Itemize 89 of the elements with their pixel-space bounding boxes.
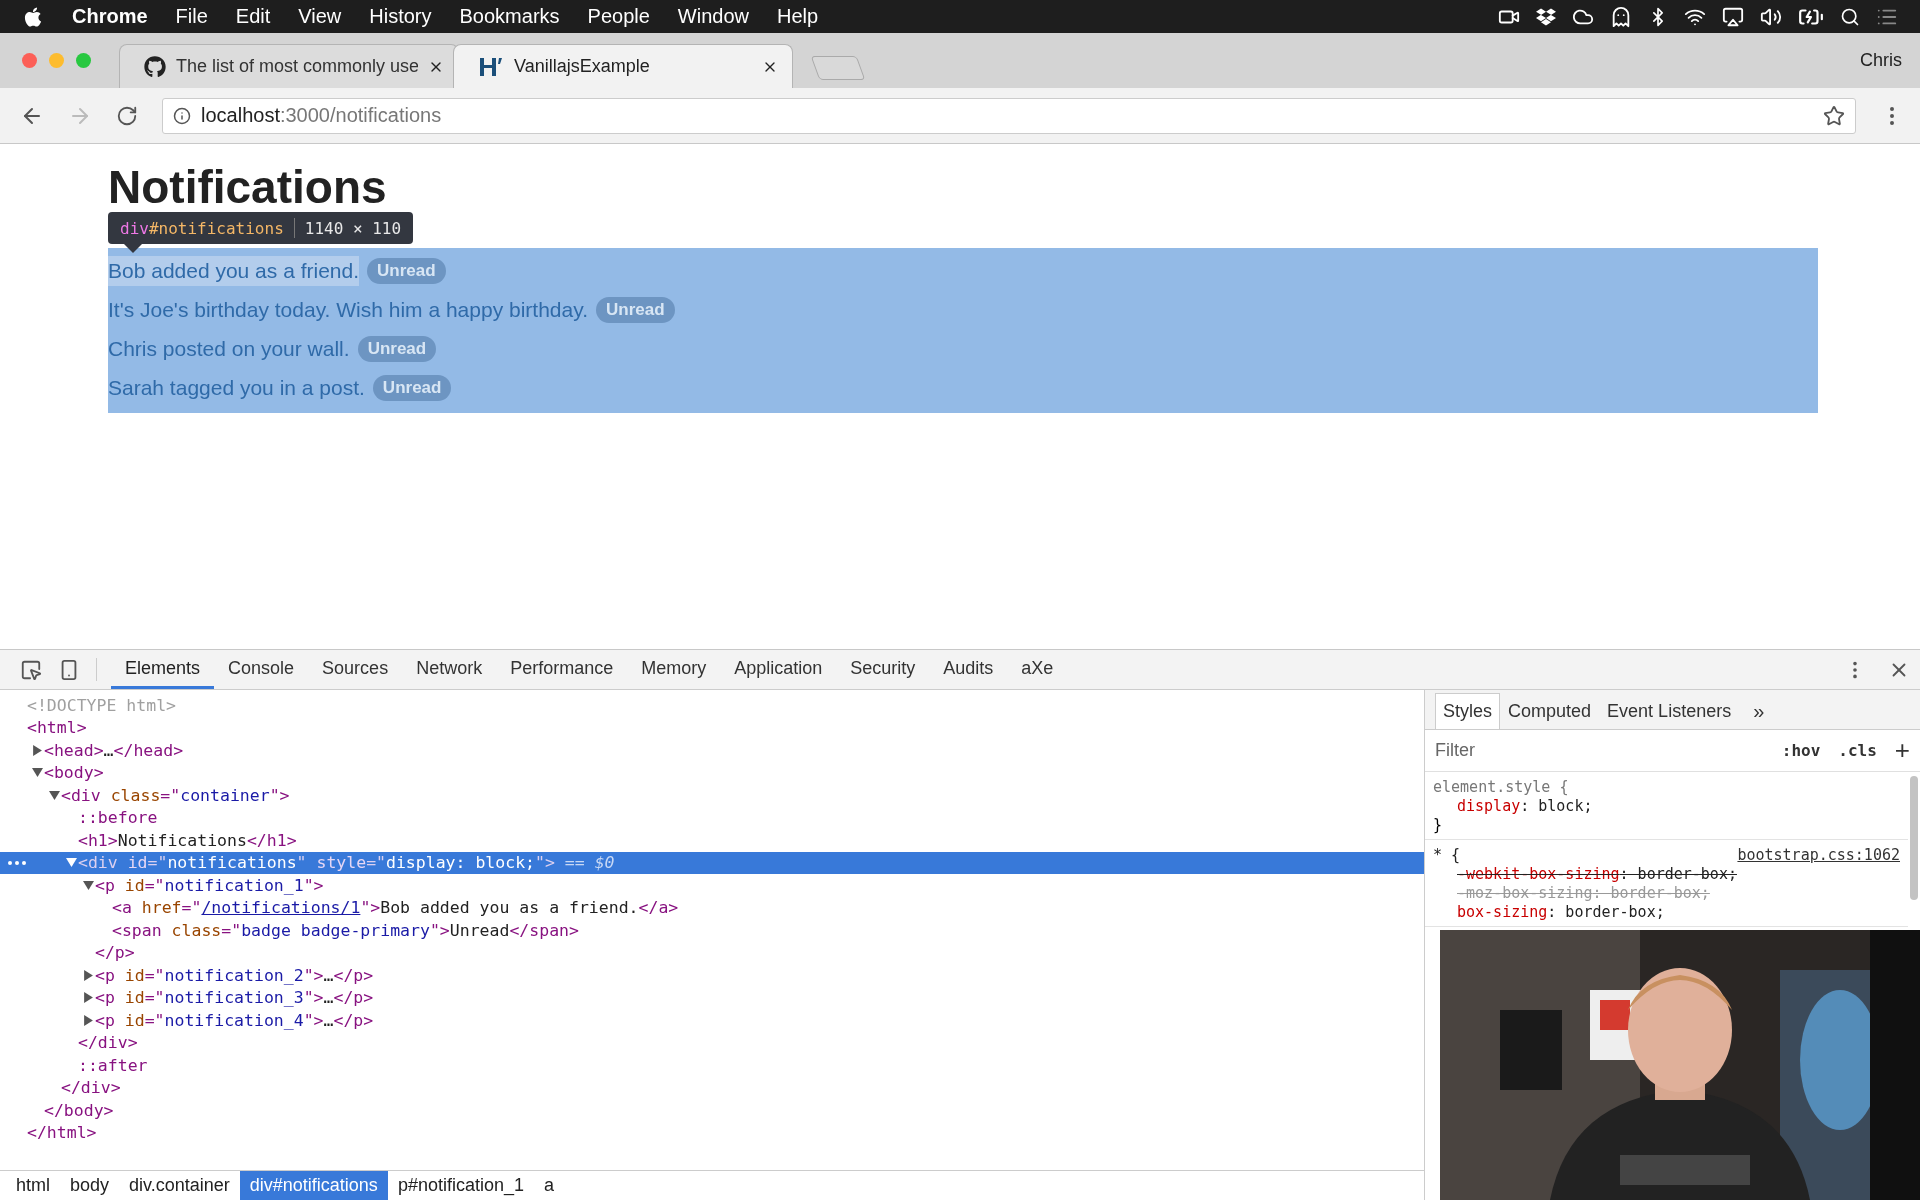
menu-item[interactable]: Edit (235, 5, 271, 28)
devtools-tab[interactable]: Memory (627, 650, 721, 689)
dom-node-line[interactable]: <p id="notification_2">…</p> (95, 965, 374, 985)
dom-node-line[interactable]: <div class="container"> (61, 785, 290, 805)
menu-item[interactable]: Help (776, 5, 819, 28)
info-icon[interactable] (173, 106, 191, 125)
breadcrumb[interactable]: p#notification_1 (387, 1171, 534, 1200)
search-icon[interactable] (1840, 6, 1860, 27)
breadcrumb[interactable]: body (60, 1171, 120, 1200)
inspect-icon[interactable] (20, 658, 42, 681)
menu-item[interactable]: History (369, 5, 432, 28)
sidebar-tab[interactable]: Computed (1500, 693, 1600, 729)
unread-badge: Unread (372, 374, 452, 401)
more-icon[interactable] (8, 860, 26, 865)
devtools-tab[interactable]: Elements (111, 650, 215, 689)
dom-node-line[interactable]: <p id="notification_1"> (95, 875, 324, 895)
closing-tag: </p> (95, 943, 135, 963)
closing-tag: </body> (44, 1100, 114, 1120)
dom-node-line[interactable]: <p id="notification_3">…</p> (95, 988, 374, 1008)
menu-item[interactable]: People (587, 5, 650, 28)
class-toggle[interactable]: .cls (1838, 741, 1877, 760)
app-menu[interactable]: Chrome (72, 5, 148, 28)
rule-brace: } (1433, 815, 1443, 834)
css-property: -moz-box-sizing: border-box; (1457, 883, 1710, 902)
expand-triangle-icon[interactable] (82, 1014, 94, 1026)
dom-node-line[interactable]: <h1>Notifications</h1> (78, 830, 297, 850)
expand-triangle-icon[interactable] (82, 879, 94, 891)
github-logo-icon (144, 55, 166, 78)
sidebar-tab[interactable]: Styles (1435, 693, 1501, 729)
expand-triangle-icon[interactable] (31, 744, 43, 756)
dom-node-line[interactable]: <p id="notification_4">…</p> (95, 1010, 374, 1030)
devtools-tab[interactable]: Application (720, 650, 837, 689)
css-property: box-sizing: border-box; (1457, 902, 1665, 921)
dom-node-line[interactable]: <span class="badge badge-primary">Unread</span> (112, 920, 579, 940)
site-logo-icon (478, 55, 504, 78)
devtools-tab[interactable]: Audits (929, 650, 1008, 689)
profile-name[interactable]: Chris (1860, 50, 1902, 71)
dom-node-line[interactable]: ::before (78, 808, 158, 828)
dom-node-line[interactable]: <html> (27, 718, 87, 738)
closing-tag: </div> (78, 1033, 138, 1053)
dom-node-line[interactable]: <a href="/notifications/1">Bob added you as a friend.</a> (112, 898, 679, 918)
menu-item[interactable]: Window (677, 5, 749, 28)
filter-field[interactable]: Filter (1433, 739, 1764, 762)
element-tooltip: div#notifications 1140 × 110 (108, 212, 414, 244)
dom-node-line[interactable]: ::after (78, 1055, 148, 1075)
closing-tag: </div> (61, 1078, 121, 1098)
more-tabs-button[interactable]: » (1739, 693, 1779, 729)
devtools-tab[interactable]: aXe (1007, 650, 1068, 689)
unread-badge: Unread (357, 335, 437, 362)
address-field[interactable]: localhost:3000/notifications (162, 97, 1856, 134)
breadcrumb[interactable]: div#notifications (239, 1171, 388, 1200)
airplay-icon[interactable] (1722, 5, 1744, 28)
dom-node-line[interactable]: <body> (44, 763, 104, 783)
breadcrumb[interactable]: div.container (119, 1171, 240, 1200)
browser-tab[interactable]: VanillajsExample (453, 44, 793, 88)
expand-triangle-icon[interactable] (48, 789, 60, 801)
devtools-tab[interactable]: Network (402, 650, 497, 689)
expand-triangle-icon[interactable] (82, 992, 94, 1004)
dom-node-line[interactable]: <head>…</head> (44, 740, 184, 760)
devtools-tab[interactable]: Performance (496, 650, 628, 689)
expand-triangle-icon[interactable] (65, 857, 77, 869)
bookmark-star-icon[interactable] (1823, 104, 1845, 127)
css-property: display: block; (1457, 796, 1593, 815)
sidebar-tab[interactable]: Event Listeners (1599, 693, 1740, 729)
scrollbar-thumb[interactable] (1910, 776, 1918, 900)
hover-state-toggle[interactable]: :hov (1781, 741, 1821, 760)
devtools-tab[interactable]: Security (836, 650, 930, 689)
devtools-tab[interactable]: Sources (308, 650, 403, 689)
css-property: -webkit-box-sizing: border-box; (1457, 864, 1737, 883)
ghost-icon[interactable] (1610, 5, 1632, 28)
unread-badge: Unread (367, 257, 446, 284)
devtools-tab[interactable]: Console (214, 650, 309, 689)
closing-tag: </html> (27, 1123, 97, 1143)
menu-item[interactable]: View (298, 5, 342, 28)
unread-badge: Unread (595, 296, 675, 323)
css-selector: * { (1433, 845, 1461, 864)
source-link[interactable]: bootstrap.css:1062 (1737, 845, 1900, 864)
menu-item[interactable]: Bookmarks (459, 5, 560, 28)
expand-triangle-icon[interactable] (82, 969, 94, 981)
css-selector: element.style { (1433, 777, 1569, 796)
dropbox-icon[interactable] (1536, 6, 1556, 27)
breadcrumb[interactable]: a (534, 1171, 564, 1200)
reload-icon[interactable] (116, 104, 138, 127)
add-rule-button[interactable]: + (1894, 735, 1910, 766)
apple-logo-icon[interactable] (22, 5, 44, 28)
menu-item[interactable]: File (175, 5, 208, 28)
page-heading: Notifications (108, 164, 388, 210)
expand-triangle-icon[interactable] (31, 767, 43, 779)
breadcrumb[interactable]: html (6, 1171, 60, 1200)
